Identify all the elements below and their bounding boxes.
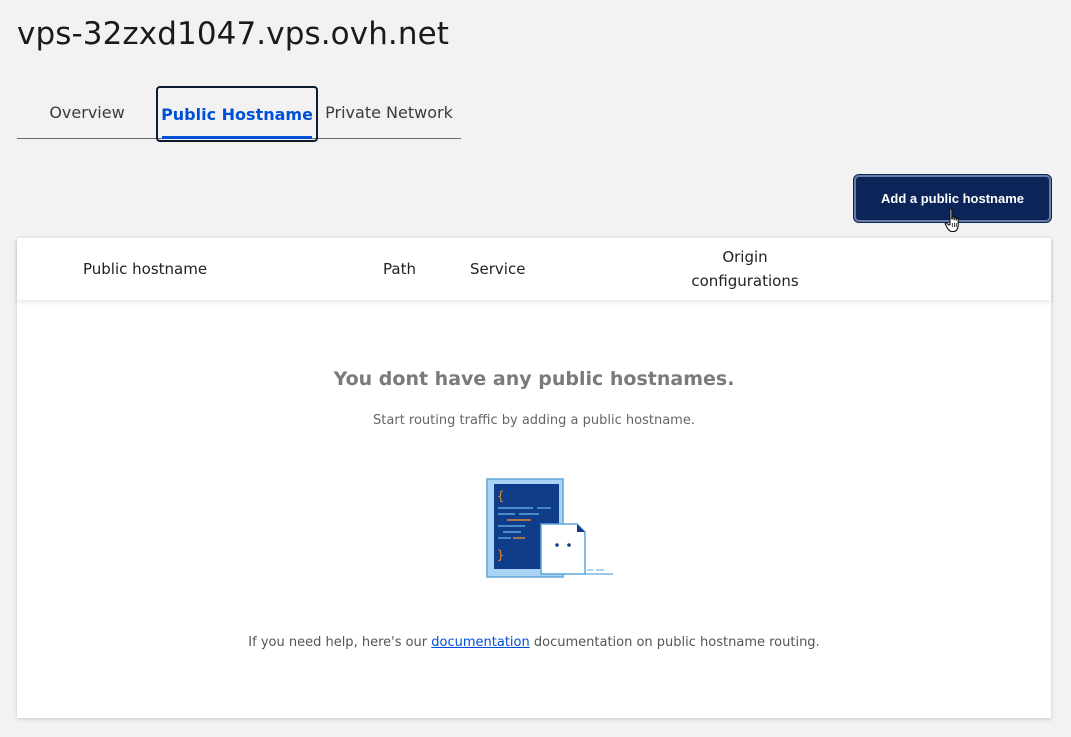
svg-text:}: } [497, 548, 504, 562]
column-header-path: Path [383, 260, 416, 278]
svg-text:{: { [497, 489, 504, 503]
code-document-icon: { } [486, 478, 613, 578]
documentation-link[interactable]: documentation [431, 635, 529, 650]
app-frame: vps-32zxd1047.vps.ovh.net Overview Publi… [0, 0, 1071, 737]
column-header-service: Service [470, 260, 526, 278]
help-text-prefix: If you need help, here's our [248, 635, 432, 650]
page-title: vps-32zxd1047.vps.ovh.net [17, 16, 450, 52]
tab-public-hostname[interactable]: Public Hostname [156, 86, 318, 142]
empty-state-title: You dont have any public hostnames. [333, 368, 735, 390]
help-text-suffix: documentation on public hostname routing… [529, 635, 820, 650]
hostnames-table-card: Public hostname Path Service Origin conf… [17, 238, 1051, 718]
tab-bar: Overview Public Hostname Private Network [17, 86, 461, 142]
column-header-public-hostname: Public hostname [83, 260, 208, 278]
column-header-origin-configurations: Origin configurations [691, 248, 799, 290]
tab-overview[interactable]: Overview [17, 86, 157, 139]
tab-private-network[interactable]: Private Network [322, 86, 456, 139]
table-header: Public hostname Path Service Origin conf… [17, 238, 1051, 300]
empty-state-subtitle: Start routing traffic by adding a public… [373, 413, 695, 428]
hand-pointer-icon [944, 208, 959, 233]
help-text: If you need help, here's our documentati… [17, 635, 1051, 650]
